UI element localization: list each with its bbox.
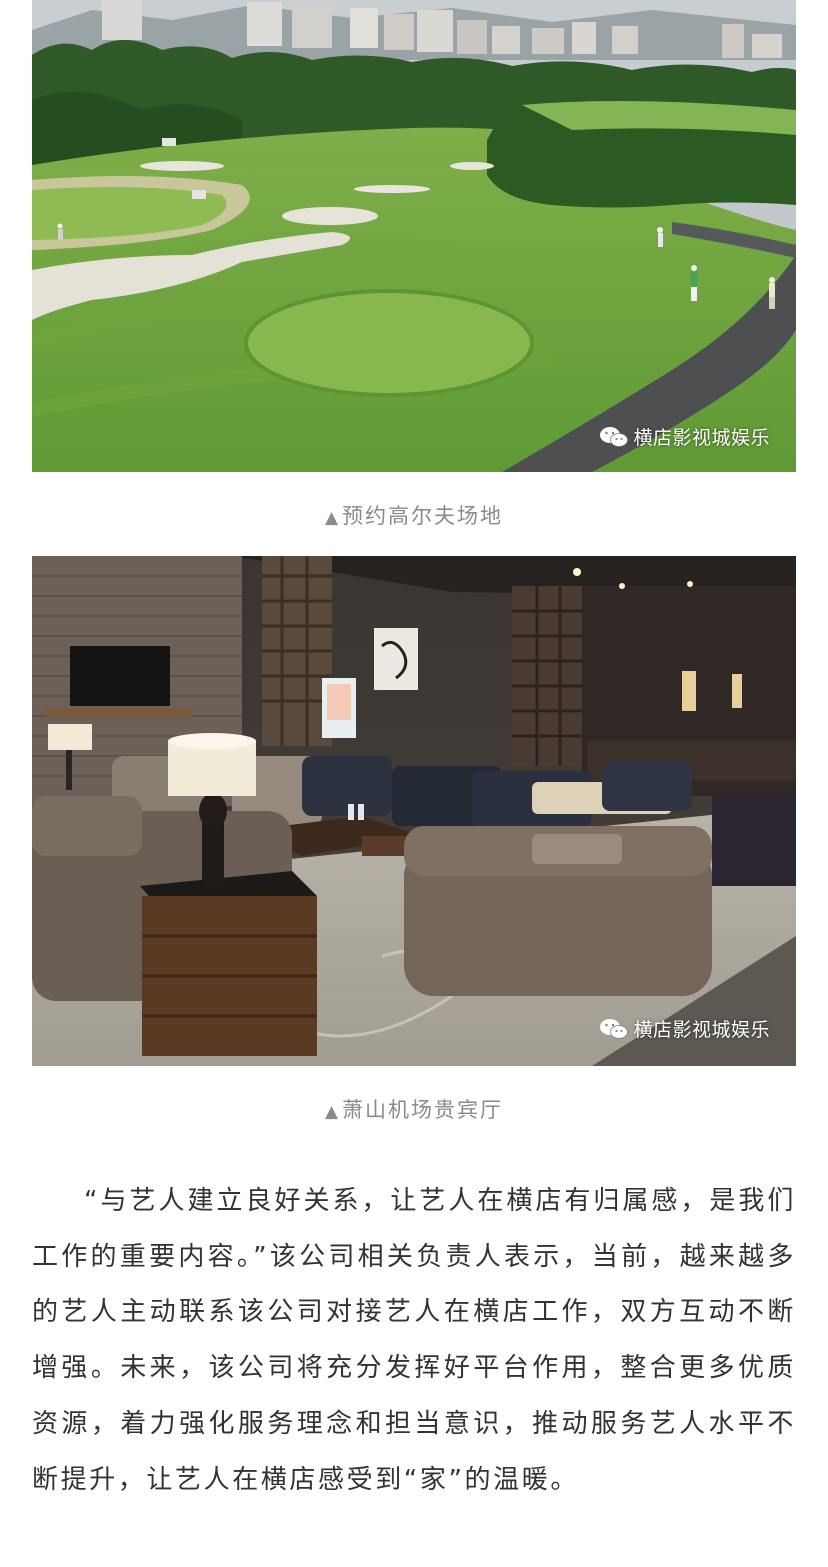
watermark-text: 横店影视城娱乐: [633, 1019, 770, 1041]
article-paragraph: “与艺人建立良好关系，让艺人在横店有归属感，是我们工作的重要内容。”该公司相关负…: [32, 1186, 796, 1495]
golf-course-photo: 横店影视城娱乐: [32, 0, 796, 472]
caption-marker: ▲: [324, 508, 341, 528]
watermark: 横店影视城娱乐: [599, 423, 770, 450]
caption-marker: ▲: [324, 1102, 341, 1122]
watermark: 横店影视城娱乐: [599, 1015, 770, 1042]
golf-course-image: [32, 0, 796, 472]
watermark-text: 横店影视城娱乐: [633, 427, 770, 449]
wechat-icon: [600, 426, 629, 447]
wechat-icon: [600, 1018, 629, 1039]
caption-text: 萧山机场贵宾厅: [342, 1098, 504, 1122]
vip-lounge-photo: 横店影视城娱乐: [32, 556, 796, 1066]
photo-caption: ▲预约高尔夫场地: [0, 500, 828, 530]
vip-lounge-image: [32, 556, 796, 1066]
photo-caption: ▲萧山机场贵宾厅: [0, 1094, 828, 1124]
caption-text: 预约高尔夫场地: [342, 504, 504, 528]
